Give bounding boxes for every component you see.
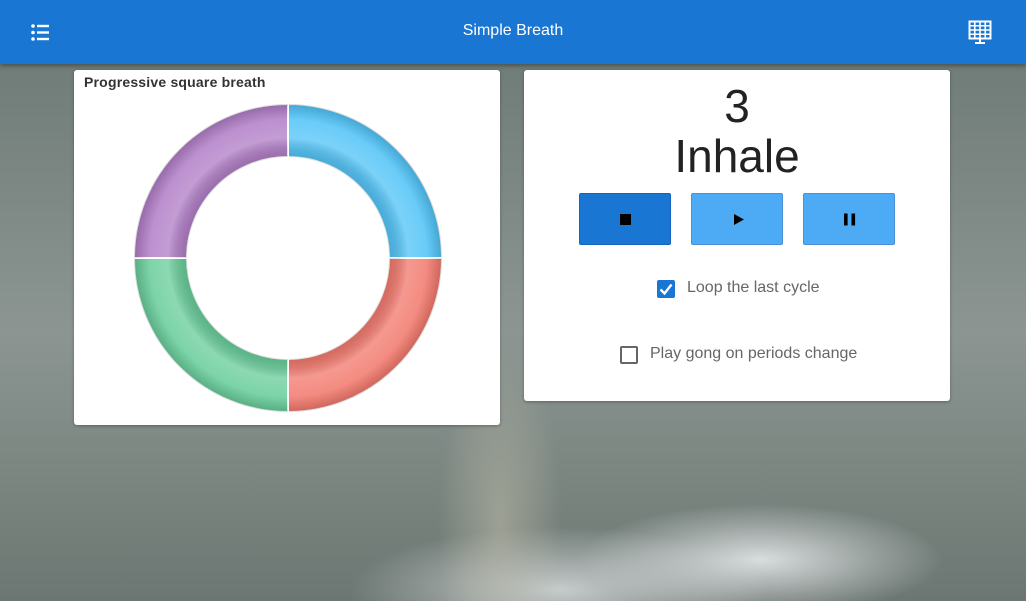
donut-slice-shade-3 xyxy=(134,258,288,412)
loop-last-cycle-checkbox[interactable] xyxy=(657,280,675,298)
stop-button[interactable] xyxy=(579,193,671,245)
donut-slice-shade-4 xyxy=(134,104,288,258)
grid-button[interactable] xyxy=(962,16,998,48)
play-gong-checkbox[interactable] xyxy=(620,346,638,364)
grid-calendar-icon xyxy=(968,20,992,44)
stop-icon xyxy=(620,214,631,225)
countdown-counter: 3 xyxy=(724,80,750,132)
control-card: 3 Inhale Loop the last cycle Play gong o… xyxy=(524,70,950,401)
loop-last-cycle-label: Loop the last cycle xyxy=(687,279,820,296)
pause-icon xyxy=(844,213,856,226)
loop-last-cycle-option[interactable]: Loop the last cycle xyxy=(657,278,837,300)
donut-chart xyxy=(132,102,444,414)
play-icon xyxy=(734,214,744,225)
play-button[interactable] xyxy=(691,193,783,245)
play-gong-option[interactable]: Play gong on periods change xyxy=(620,344,870,366)
app-bar: Simple Breath xyxy=(0,0,1026,64)
donut-slice-shade-2 xyxy=(288,258,442,412)
play-gong-label: Play gong on periods change xyxy=(650,345,858,362)
chart-card: Progressive square breath xyxy=(74,70,500,425)
app-title: Simple Breath xyxy=(462,22,564,39)
donut-slice-shade-1 xyxy=(288,104,442,258)
checkmark-icon xyxy=(659,283,673,296)
breath-phase-label: Inhale xyxy=(674,130,800,182)
pause-button[interactable] xyxy=(803,193,895,245)
